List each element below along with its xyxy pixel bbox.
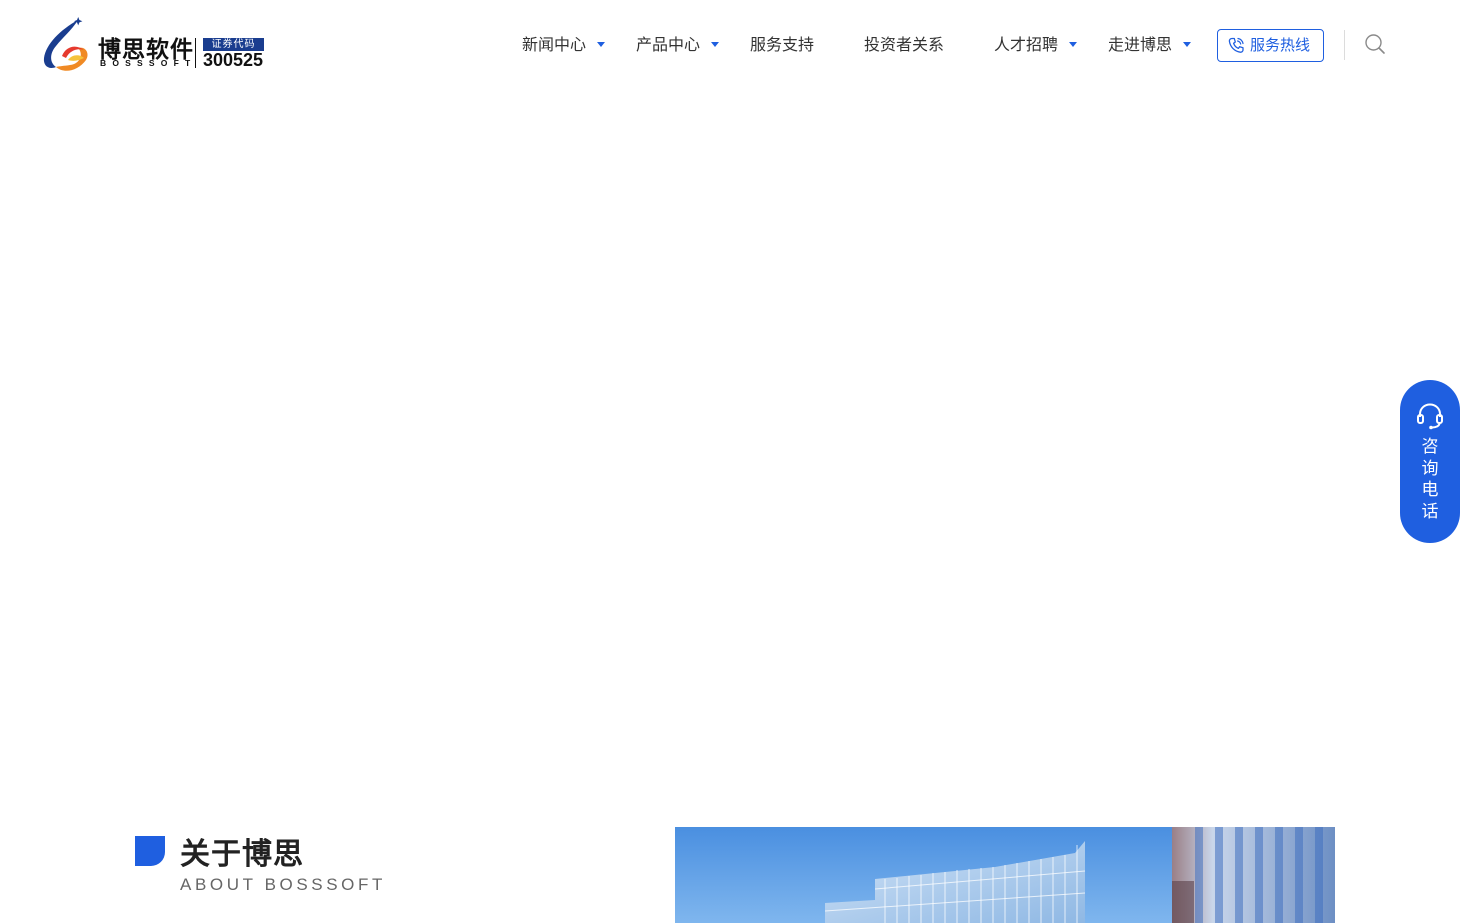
consult-label-char: 咨 (1421, 437, 1439, 457)
nav-item-investors[interactable]: 投资者关系 (864, 30, 944, 60)
phone-icon (1228, 37, 1244, 53)
logo[interactable]: 博思软件 BOSSSOFT 证券代码 300525 (40, 16, 270, 74)
caret-down-icon (1069, 42, 1078, 47)
nav-item-products[interactable]: 产品中心 (636, 30, 720, 60)
section-mark-icon (135, 836, 165, 866)
nav-item-label: 产品中心 (636, 35, 701, 54)
stock-code: 300525 (203, 50, 264, 70)
logo-divider (195, 38, 196, 68)
nav-item-support[interactable]: 服务支持 (750, 30, 814, 60)
nav-item-label: 新闻中心 (522, 35, 587, 54)
nav-item-label: 走进博思 (1108, 35, 1173, 54)
hotline-label: 服务热线 (1250, 36, 1311, 54)
nav-item-about[interactable]: 走进博思 (1108, 30, 1192, 60)
section-title: 关于博思 (180, 837, 304, 872)
section-subtitle: ABOUT BOSSSOFT (180, 875, 386, 894)
consult-label-char: 询 (1421, 458, 1439, 479)
consult-label-char: 电 (1421, 480, 1439, 500)
site-header: 博思软件 BOSSSOFT 证券代码 300525 新闻中心 产品中心 服务支持… (0, 0, 1470, 90)
headset-icon (1417, 403, 1443, 430)
caret-down-icon (597, 42, 606, 47)
nav-item-careers[interactable]: 人才招聘 (994, 30, 1078, 60)
nav-item-label: 投资者关系 (864, 35, 945, 54)
company-building-image (675, 827, 1335, 923)
building-illustration (675, 827, 1335, 923)
nav-item-label: 服务支持 (750, 35, 815, 54)
consult-phone-button[interactable]: 咨 询 电 话 (1400, 380, 1460, 543)
caret-down-icon (711, 42, 720, 47)
hotline-button[interactable]: 服务热线 (1217, 29, 1324, 62)
logo-mark-icon (43, 17, 88, 71)
search-icon[interactable] (1364, 33, 1386, 55)
nav-item-news[interactable]: 新闻中心 (522, 30, 606, 60)
consult-label-char: 话 (1421, 501, 1439, 522)
caret-down-icon (1183, 42, 1192, 47)
nav-item-label: 人才招聘 (994, 35, 1059, 54)
logo-name-en: BOSSSOFT (100, 58, 197, 68)
header-divider (1344, 30, 1345, 60)
consult-label: 咨 询 电 话 (1400, 437, 1460, 523)
